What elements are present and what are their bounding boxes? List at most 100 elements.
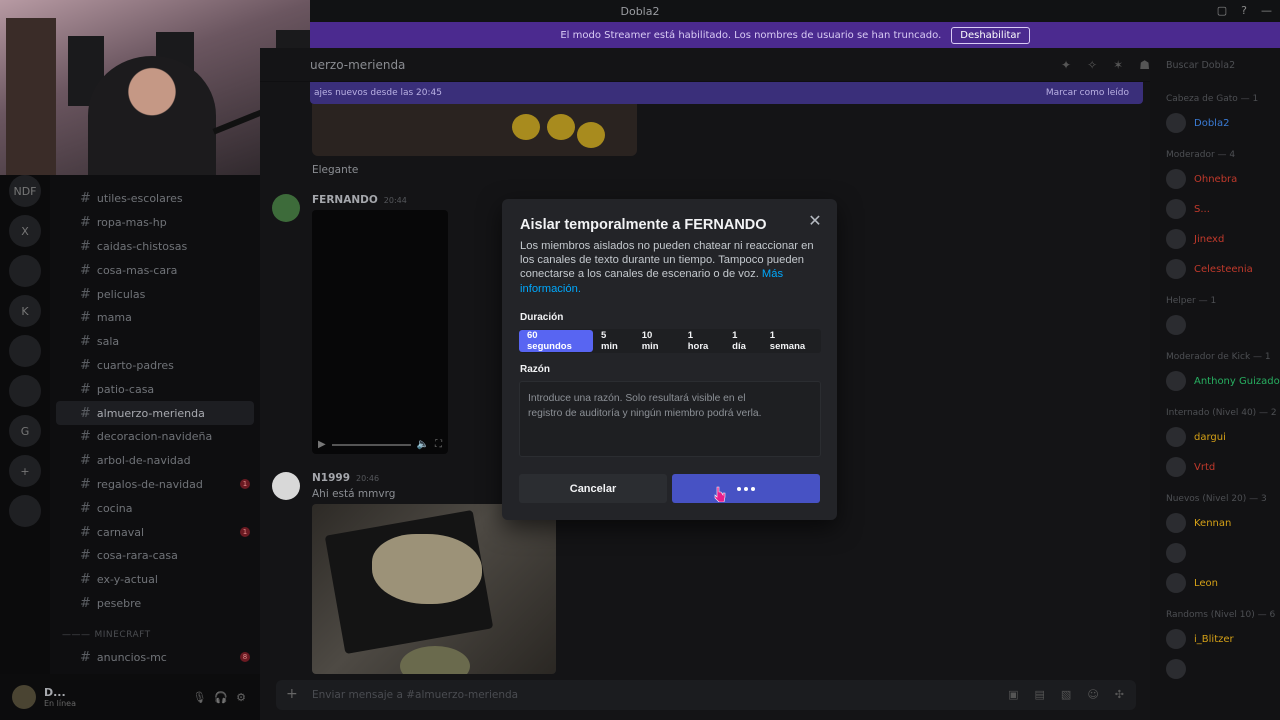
member-avatar [1166,457,1186,477]
channel-item[interactable]: # peliculas [50,282,260,306]
channel-item[interactable]: # ropa-mas-hp [50,211,260,235]
pointer-cursor-icon [714,486,726,502]
fullscreen-icon[interactable]: ⛶ [435,439,442,450]
volume-icon[interactable]: 🔈 [417,439,429,450]
channel-name: peliculas [96,287,146,301]
members-icon[interactable]: ☗ [1139,58,1150,72]
server-icon[interactable] [9,255,41,287]
notifications-icon[interactable]: ✧ [1087,58,1097,72]
channel-item[interactable]: # cuarto-padres [50,354,260,378]
member-item[interactable]: S... [1166,194,1280,224]
gift-icon[interactable]: ▣ [1008,688,1018,701]
play-icon[interactable]: ▶ [318,439,326,450]
modal-title: Aislar temporalmente a FERNANDO [520,217,767,233]
channel-item[interactable]: # ex-y-actual [50,568,260,592]
channel-item[interactable]: # patio-casa [50,377,260,401]
member-item[interactable]: Dobla2 [1166,108,1280,138]
channel-item[interactable]: # mama [50,306,260,330]
member-item[interactable]: i_Blitzer [1166,624,1280,654]
message-time: 20:46 [356,474,380,483]
headphones-icon[interactable]: 🎧 [214,691,228,704]
member-item[interactable]: Celesteenia [1166,254,1280,284]
user-avatar[interactable] [12,685,36,709]
message-text: Elegante [312,164,359,176]
server-icon[interactable] [9,335,41,367]
mark-read-button[interactable]: Marcar como leído [1046,88,1129,98]
category-header[interactable]: ——— MINECRAFT [50,625,260,645]
channel-item[interactable]: # arbol-de-navidad [50,449,260,473]
channel-item[interactable]: # regalos-de-navidad 1 [50,473,260,497]
channel-item[interactable]: # anuncios-mc 8 [50,645,260,669]
gif-icon[interactable]: ▤ [1035,688,1045,701]
channel-name: mama [96,311,132,325]
server-icon[interactable]: NDF [9,175,41,207]
message-image[interactable] [312,504,556,674]
server-icon[interactable]: G [9,415,41,447]
channel-item[interactable]: # cosa-rara-casa [50,544,260,568]
pin-icon[interactable]: ✶ [1113,58,1123,72]
sticker-icon[interactable]: ▧ [1061,688,1071,701]
server-icon[interactable] [9,495,41,527]
server-icon[interactable]: K [9,295,41,327]
duration-option[interactable]: 10 min [634,330,680,352]
member-item[interactable] [1166,654,1280,684]
channel-item[interactable]: # pesebre [50,592,260,616]
message-author[interactable]: FERNANDO 20:44 [312,194,407,206]
disable-streamer-button[interactable]: Deshabilitar [951,26,1030,44]
member-item[interactable]: Kennan [1166,508,1280,538]
message-composer[interactable]: + Enviar mensaje a #almuerzo-merienda ▣ … [276,680,1136,710]
close-icon[interactable]: ✕ [805,211,825,231]
duration-option[interactable]: 1 semana [762,330,821,352]
duration-selector: 60 segundos 5 min 10 min 1 hora 1 día 1 seman… [519,329,821,353]
member-item[interactable] [1166,538,1280,568]
reason-placeholder: Introduce una razón. Solo resultará visi… [528,393,762,419]
add-attachment-icon[interactable]: + [286,686,298,702]
threads-icon[interactable]: ✦ [1061,58,1071,72]
apps-icon[interactable]: ✣ [1115,688,1124,701]
server-icon[interactable]: + [9,455,41,487]
member-item[interactable] [1166,310,1280,340]
member-item[interactable]: Vrtd [1166,452,1280,482]
inbox-icon[interactable]: ▢ [1217,4,1227,17]
member-item[interactable]: Jinexd [1166,224,1280,254]
new-messages-bar[interactable]: ajes nuevos desde las 20:45 Marcar como … [310,82,1143,104]
channel-item[interactable]: # cocina [50,496,260,520]
user-status: En línea [44,699,77,708]
help-icon[interactable]: ? [1241,4,1247,17]
channel-item[interactable]: # decoracion-navideña [50,425,260,449]
channel-item[interactable]: # caidas-chistosas [50,235,260,259]
duration-option[interactable]: 1 día [724,330,762,352]
confirm-timeout-button[interactable] [672,474,820,503]
emoji-icon[interactable]: ☺ [1087,688,1098,701]
member-list: Buscar Dobla2 Cabeza de Gato — 1 Dobla2 Mo… [1150,48,1280,720]
duration-option[interactable]: 5 min [593,330,634,352]
channel-item[interactable]: # almuerzo-merienda [56,401,254,425]
message-author[interactable]: N1999 20:46 [312,472,379,484]
settings-gear-icon[interactable]: ⚙ [236,691,246,704]
reason-input[interactable]: Introduce una razón. Solo resultará visi… [519,381,821,457]
member-search[interactable]: Buscar Dobla2 [1166,48,1280,82]
member-item[interactable]: Leon [1166,568,1280,598]
author-avatar[interactable] [272,472,300,500]
channel-item[interactable]: # cosa-mas-cara [50,258,260,282]
channel-item[interactable]: # utiles-escolares [50,187,260,211]
duration-option[interactable]: 60 segundos [519,330,593,352]
mic-icon[interactable]: 🎙 [192,691,206,704]
author-name[interactable]: FERNANDO [312,194,378,206]
video-embed[interactable]: ▶ 🔈 ⛶ [312,210,448,454]
channel-item[interactable]: # sala [50,330,260,354]
member-item[interactable]: Anthony Guizado [1166,366,1280,396]
member-item[interactable]: dargui [1166,422,1280,452]
minimize-icon[interactable]: — [1261,4,1272,17]
duration-option[interactable]: 1 hora [680,330,724,352]
member-item[interactable]: Ohnebra [1166,164,1280,194]
cancel-button[interactable]: Cancelar [519,474,667,503]
author-name[interactable]: N1999 [312,472,350,484]
author-avatar[interactable] [272,194,300,222]
video-progress[interactable] [331,443,411,446]
channel-item[interactable]: # carnaval 1 [50,520,260,544]
server-icon[interactable] [9,375,41,407]
food-item [547,114,575,140]
message-image[interactable] [312,104,637,156]
server-icon[interactable]: X [9,215,41,247]
